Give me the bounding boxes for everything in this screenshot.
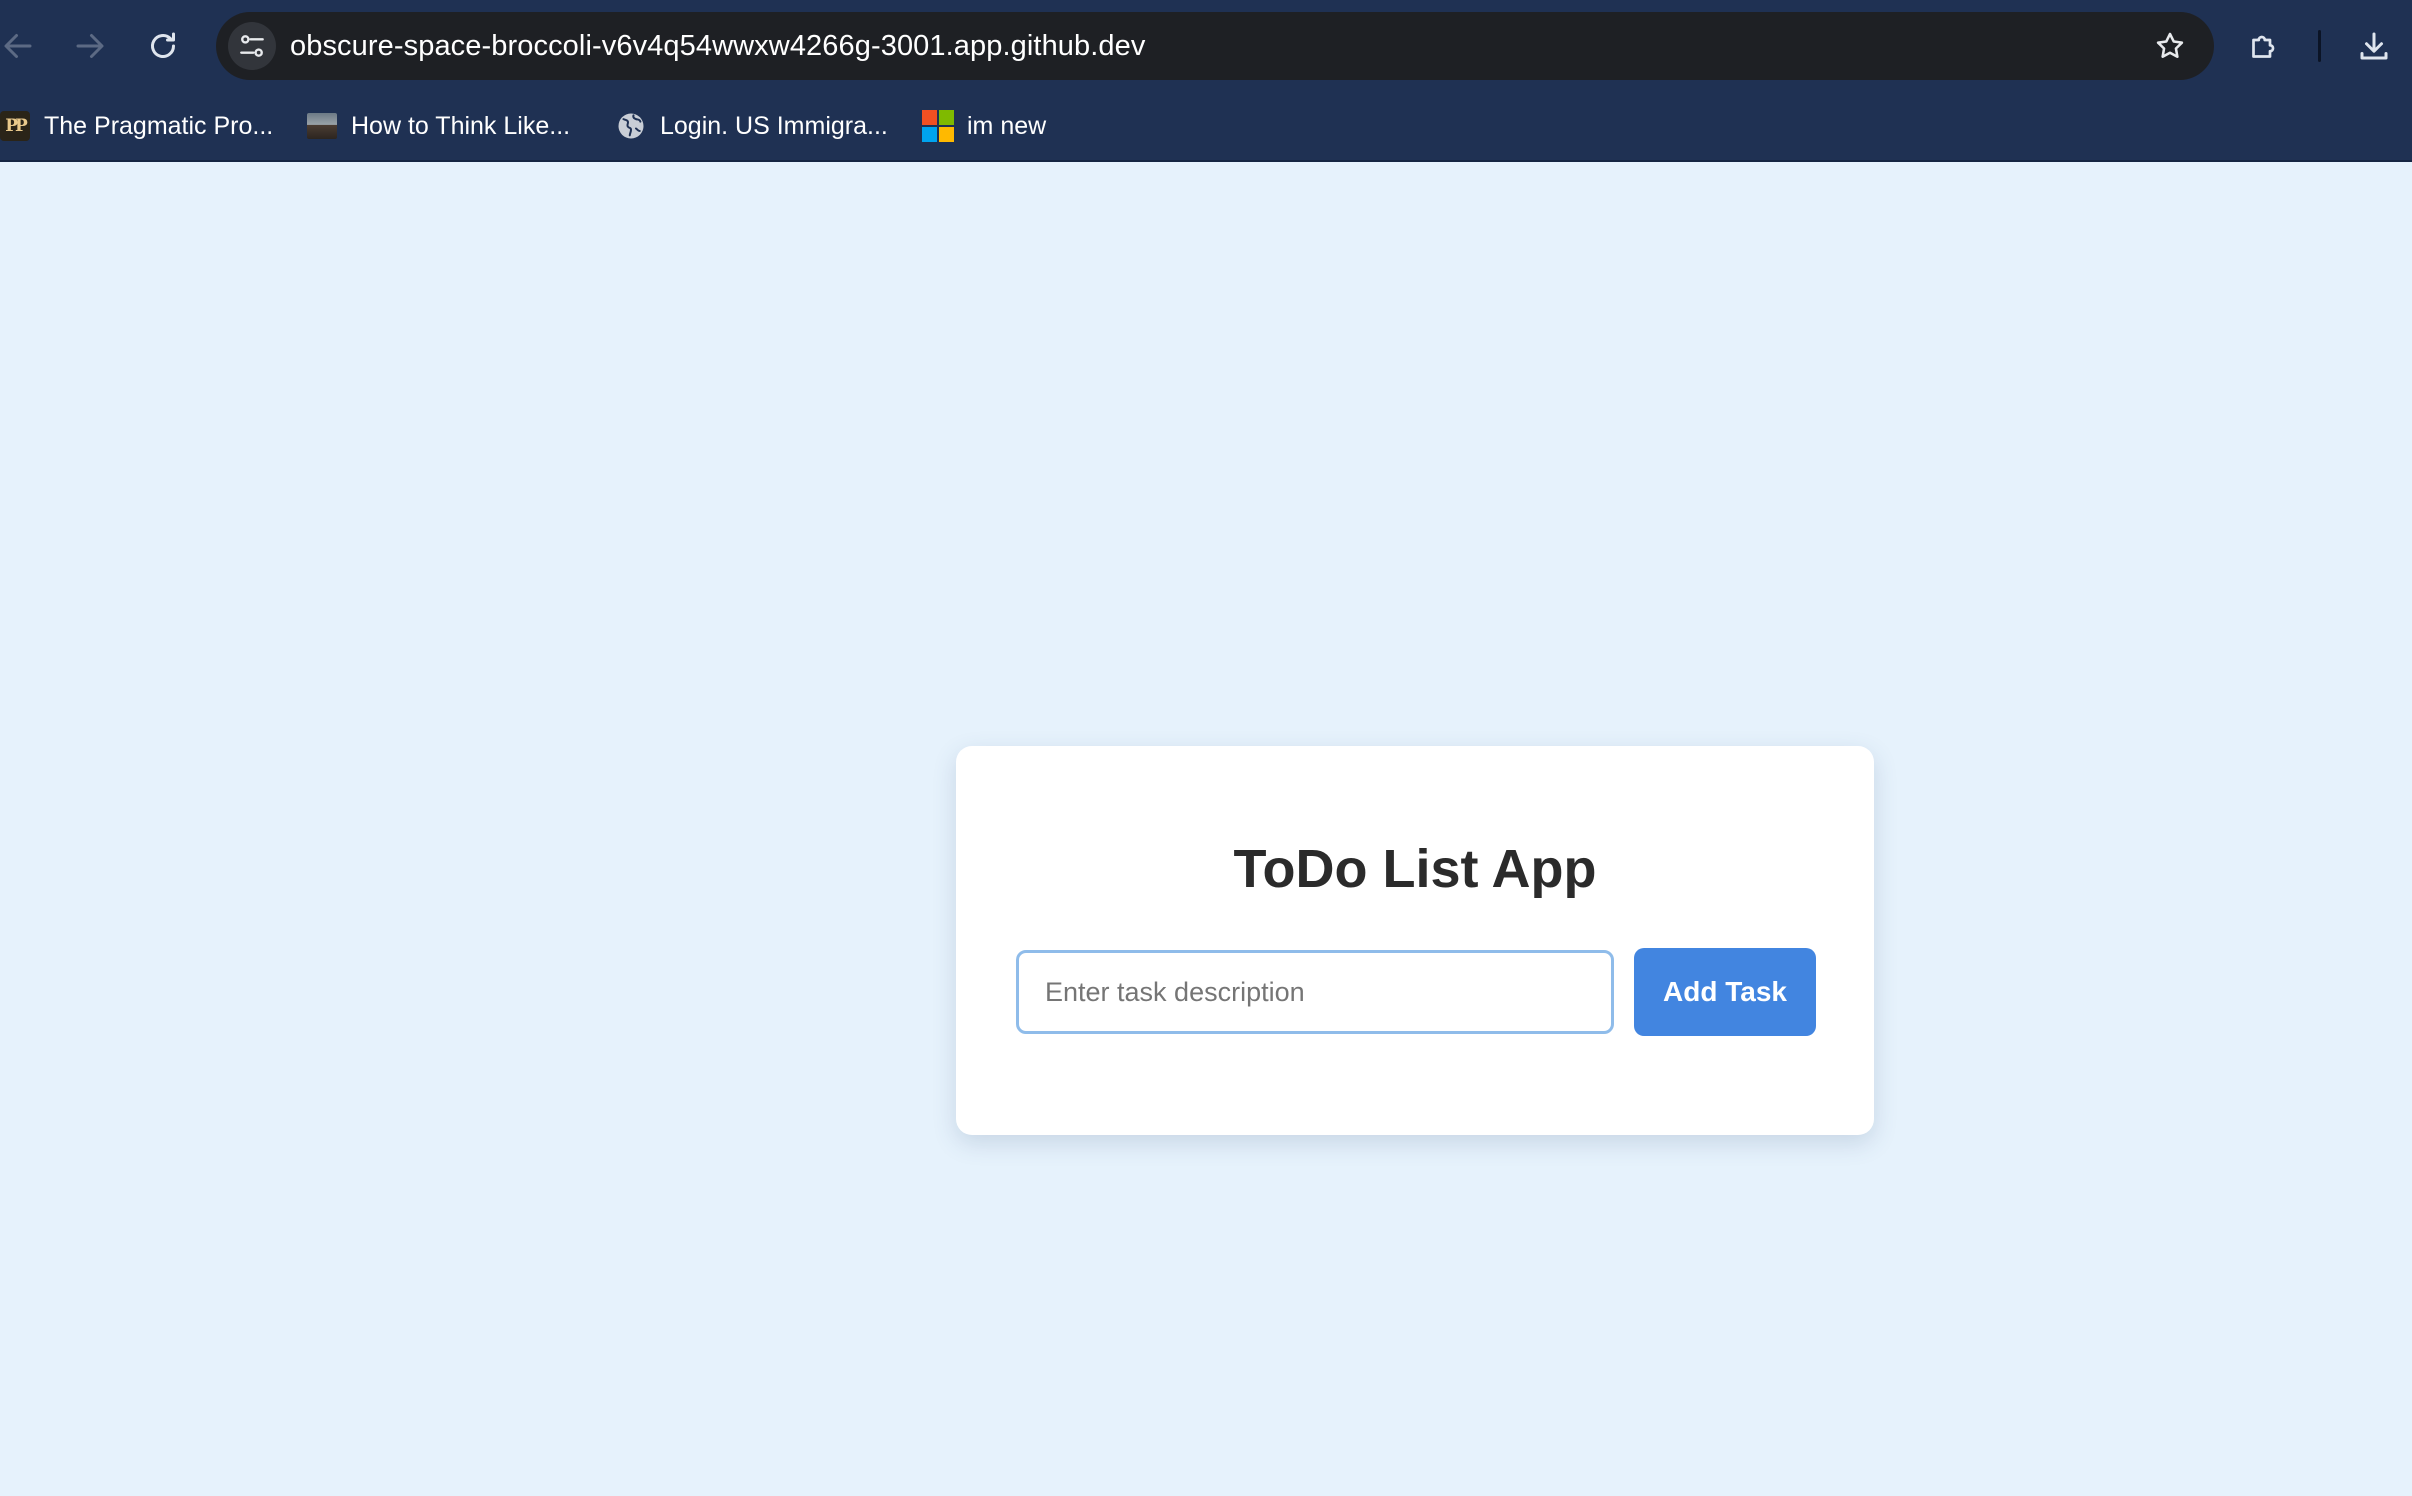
bookmark-pragmatic-programmer[interactable]: PP The Pragmatic Pro... — [0, 106, 273, 146]
download-icon — [2360, 32, 2388, 60]
photo-thumbnail-favicon — [307, 111, 337, 141]
page-title: ToDo List App — [1233, 839, 1597, 899]
bookmarks-bar: PP The Pragmatic Pro... How to Think Lik… — [0, 92, 2412, 162]
arrow-right-icon — [76, 34, 104, 58]
downloads-button[interactable] — [2350, 22, 2398, 70]
task-description-input[interactable] — [1016, 950, 1614, 1034]
bookmark-label: Login. US Immigra... — [660, 111, 888, 140]
puzzle-icon — [2252, 35, 2275, 58]
bookmark-label: The Pragmatic Pro... — [44, 111, 274, 140]
microsoft-logo-icon — [922, 110, 954, 142]
address-bar[interactable]: obscure-space-broccoli-v6v4q54wwxw4266g-… — [216, 12, 2214, 80]
star-icon — [2156, 32, 2184, 58]
reload-icon — [151, 32, 175, 58]
pragmatic-programmer-favicon: PP — [0, 111, 30, 141]
bookmark-us-immigration-login[interactable]: Login. US Immigra... — [616, 106, 888, 146]
extensions-button[interactable] — [2240, 22, 2288, 70]
globe-icon — [616, 111, 646, 141]
bookmark-label: im new — [967, 111, 1047, 140]
reload-button[interactable] — [139, 22, 187, 70]
toolbar-divider — [2318, 30, 2321, 62]
bookmark-how-to-think[interactable]: How to Think Like... — [307, 106, 570, 146]
add-task-button[interactable]: Add Task — [1634, 948, 1816, 1036]
bookmark-label: How to Think Like... — [351, 111, 571, 140]
todo-card: ToDo List App Add Task — [956, 746, 1874, 1135]
back-button[interactable] — [0, 22, 42, 70]
bookmark-star-button[interactable] — [2146, 22, 2194, 70]
bookmark-im-new[interactable]: im new — [922, 106, 1047, 146]
url-text[interactable]: obscure-space-broccoli-v6v4q54wwxw4266g-… — [290, 12, 1145, 80]
forward-button[interactable] — [66, 22, 114, 70]
browser-toolbar: obscure-space-broccoli-v6v4q54wwxw4266g-… — [0, 0, 2412, 92]
arrow-left-icon — [4, 34, 32, 58]
site-info-button[interactable] — [228, 22, 276, 70]
tune-icon — [240, 35, 264, 57]
